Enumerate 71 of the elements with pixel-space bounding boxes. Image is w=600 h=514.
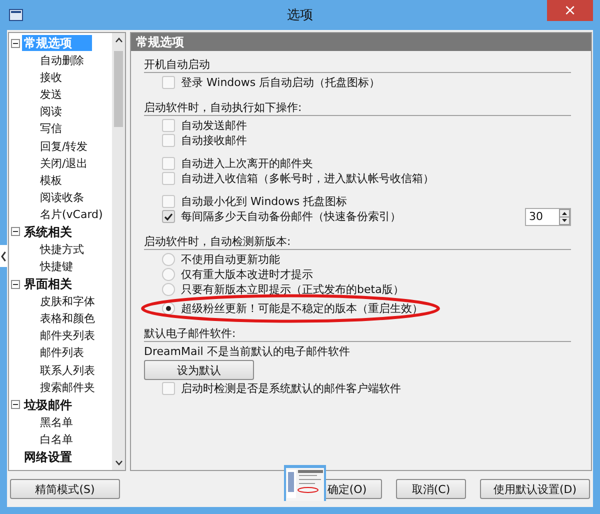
- collapse-icon[interactable]: [9, 227, 22, 236]
- scroll-up-icon[interactable]: [114, 37, 122, 43]
- checkbox[interactable]: [162, 172, 175, 185]
- tree-item[interactable]: 邮件列表: [39, 345, 85, 360]
- cancel-button[interactable]: 取消(C): [396, 479, 466, 499]
- window-title: 选项: [287, 7, 313, 24]
- radio-label[interactable]: 仅有重大版本改进时才提示: [181, 267, 313, 282]
- tree-item[interactable]: 阅读: [39, 104, 63, 120]
- checkbox[interactable]: [162, 119, 175, 132]
- chevron-left-icon[interactable]: [1, 250, 6, 262]
- checkbox-label[interactable]: 登录 Windows 后自动启动（托盘图标）: [181, 75, 380, 90]
- checkbox-label[interactable]: 自动最小化到 Windows 托盘图标: [181, 194, 348, 209]
- checkbox-label[interactable]: 启动时检测是否是系统默认的邮件客户端软件: [181, 381, 401, 396]
- spin-arrows-icon[interactable]: [559, 208, 570, 224]
- tree-item[interactable]: 发送: [39, 87, 63, 102]
- panel-header: 常规选项: [131, 33, 591, 51]
- tree-item[interactable]: 写信: [39, 121, 63, 136]
- checkbox[interactable]: [162, 134, 175, 147]
- side-tab[interactable]: [0, 245, 7, 267]
- scrollbar[interactable]: [112, 33, 125, 470]
- checkbox-label[interactable]: 每间隔多少天自动备份邮件（快速备份索引）: [181, 209, 401, 224]
- radio-button[interactable]: [162, 268, 175, 281]
- checkbox-label[interactable]: 自动进入上次离开的邮件夹: [181, 156, 313, 171]
- tree-item[interactable]: 白名单: [39, 432, 74, 447]
- number-spinner[interactable]: 30: [525, 208, 571, 226]
- checkbox-label[interactable]: 自动进入收信箱（多帐号时，进入默认帐号收信箱）: [181, 171, 434, 186]
- status-text: DreamMail 不是当前默认的电子邮件软件: [144, 344, 350, 359]
- section-title: 启动软件时，自动执行如下操作:: [144, 100, 571, 116]
- radio-button[interactable]: [162, 283, 175, 296]
- tree-item[interactable]: 表格和颜色: [39, 311, 96, 326]
- checkbox-label[interactable]: 自动发送邮件: [181, 118, 247, 133]
- scroll-down-icon[interactable]: [114, 460, 122, 466]
- tree-item[interactable]: 快捷键: [39, 259, 74, 274]
- tree-group-item[interactable]: 界面相关: [22, 276, 74, 292]
- simple-mode-button[interactable]: 精简模式(S): [10, 479, 120, 499]
- tree-item[interactable]: 关闭/退出: [39, 156, 89, 171]
- tree-item[interactable]: 黑名单: [39, 414, 74, 430]
- tree-item[interactable]: 搜索邮件夹: [39, 380, 96, 395]
- tree-item[interactable]: 阅读收条: [39, 190, 85, 205]
- checkbox[interactable]: [162, 157, 175, 170]
- collapse-icon[interactable]: [9, 38, 22, 48]
- tree-group-item[interactable]: 系统相关: [22, 224, 74, 240]
- tree-group-item[interactable]: 垃圾邮件: [22, 396, 74, 413]
- checkbox[interactable]: [162, 195, 175, 208]
- tree-item[interactable]: 回复/转发: [39, 138, 89, 154]
- radio-label[interactable]: 只要有新版本立即提示（正式发布的beta版）: [181, 282, 404, 297]
- tree-item[interactable]: 模板: [39, 172, 63, 188]
- collapse-icon[interactable]: [9, 400, 22, 410]
- window-icon: [9, 9, 23, 21]
- checkbox[interactable]: [162, 76, 175, 89]
- tree-item[interactable]: 邮件夹列表: [39, 328, 96, 344]
- tree-group-item[interactable]: 网络设置: [22, 448, 74, 465]
- radio-button[interactable]: [162, 253, 175, 266]
- collapse-icon[interactable]: [9, 280, 22, 289]
- close-button[interactable]: ×: [547, 0, 593, 21]
- tree-item[interactable]: 自动删除: [39, 53, 85, 68]
- tree-item[interactable]: 快捷方式: [39, 242, 85, 257]
- reset-defaults-button[interactable]: 使用默认设置(D): [480, 479, 590, 499]
- set-default-button[interactable]: 设为默认: [144, 360, 254, 380]
- checkbox-label[interactable]: 自动接收邮件: [181, 133, 247, 148]
- section-title: 默认电子邮件软件:: [144, 326, 571, 342]
- radio-label[interactable]: 不使用自动更新功能: [181, 252, 280, 267]
- section-title: 启动软件时，自动检测新版本:: [144, 234, 571, 250]
- scrollbar-thumb[interactable]: [114, 51, 123, 127]
- tree-item[interactable]: 皮肤和字体: [39, 294, 96, 310]
- tree-item[interactable]: 接收: [39, 70, 63, 86]
- tree-item[interactable]: 名片(vCard): [39, 206, 104, 222]
- checkbox[interactable]: [162, 382, 175, 395]
- checkbox[interactable]: [162, 210, 175, 223]
- tree-item[interactable]: 联系人列表: [39, 362, 96, 378]
- section-title: 开机自动启动: [144, 57, 571, 73]
